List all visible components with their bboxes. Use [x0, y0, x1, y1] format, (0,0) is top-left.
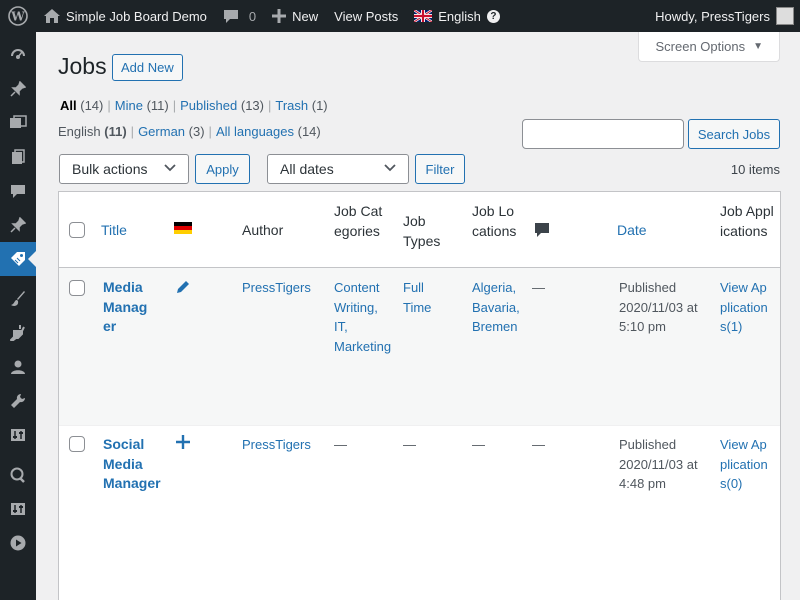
main-content: Screen Options ▼ Jobs Add New All (14) | M…: [36, 32, 800, 600]
pin-icon[interactable]: [0, 208, 36, 242]
row-types[interactable]: Full Time: [403, 278, 443, 317]
view-posts-link[interactable]: View Posts: [326, 0, 406, 32]
uk-flag-icon: [414, 10, 433, 22]
row-date: Published 2020/11/03 at 4:48 pm: [619, 435, 709, 494]
screen-options-label: Screen Options: [655, 39, 746, 54]
lang-filter-german[interactable]: German: [138, 124, 185, 139]
avatar[interactable]: [776, 7, 794, 25]
column-title[interactable]: Title: [101, 220, 127, 240]
row-date: Published 2020/11/03 at 5:10 pm: [619, 278, 709, 337]
row-date-value: 2020/11/03 at 4:48 pm: [619, 456, 698, 492]
filter-all[interactable]: All (14): [60, 98, 103, 113]
settings-sliders-2-icon[interactable]: [0, 492, 36, 526]
column-types: Job Types: [403, 213, 441, 249]
language-label: English: [438, 8, 481, 24]
appearance-brush-icon[interactable]: [0, 282, 36, 316]
comments-menu-icon[interactable]: [0, 174, 36, 208]
add-translation-plus-icon[interactable]: [176, 435, 190, 455]
my-account[interactable]: Howdy, PressTigers: [647, 0, 800, 32]
column-author: Author: [242, 222, 284, 238]
site-name-link[interactable]: Simple Job Board Demo: [36, 0, 215, 32]
new-content-link[interactable]: New: [264, 0, 326, 32]
column-applications: Job Applications: [720, 203, 774, 239]
jobs-tag-icon[interactable]: [0, 242, 36, 276]
svg-text:W: W: [10, 10, 25, 24]
plus-icon: [272, 9, 287, 23]
row-locations[interactable]: Algeria, Bavaria, Bremen: [472, 278, 522, 337]
row-checkbox[interactable]: [69, 280, 85, 296]
comments-count: 0: [248, 8, 257, 24]
screen-options-button[interactable]: Screen Options ▼: [638, 32, 780, 62]
dates-value: All dates: [280, 161, 334, 177]
new-label: New: [292, 8, 319, 24]
items-count: 10 items: [730, 162, 780, 177]
comments-link[interactable]: 0: [215, 0, 264, 32]
row-categories: —: [334, 437, 347, 452]
users-icon[interactable]: [0, 350, 36, 384]
language-switcher[interactable]: English ?: [406, 0, 508, 32]
chevron-down-icon: [384, 163, 396, 175]
pages-icon[interactable]: [0, 140, 36, 174]
admin-menu: [0, 32, 36, 600]
job-title-link[interactable]: Social Media Manager: [103, 435, 161, 494]
row-author-link[interactable]: PressTigers: [242, 278, 311, 298]
filter-trash[interactable]: Trash: [275, 98, 308, 113]
column-categories: Job Categories: [334, 203, 383, 239]
select-all-checkbox[interactable]: [69, 222, 85, 238]
site-name: Simple Job Board Demo: [66, 8, 207, 24]
home-icon: [44, 9, 60, 23]
status-filters: All (14) | Mine (11) | Published (13) | Trash …: [60, 98, 328, 113]
lang-filter-all[interactable]: All languages: [216, 124, 294, 139]
row-types: —: [403, 437, 416, 452]
view-posts-label: View Posts: [334, 8, 399, 24]
dates-select[interactable]: All dates: [267, 154, 409, 184]
row-comments: —: [532, 437, 545, 452]
filter-mine[interactable]: Mine: [115, 98, 143, 113]
collapse-play-icon[interactable]: [0, 526, 36, 560]
row-status: Published: [619, 280, 677, 295]
view-applications-link[interactable]: View Applications(1): [720, 278, 772, 337]
translation-icon[interactable]: [0, 458, 36, 492]
help-icon[interactable]: ?: [486, 9, 500, 23]
admin-bar: W Simple Job Board Demo 0 New View Posts…: [0, 0, 800, 32]
plugins-icon[interactable]: [0, 316, 36, 350]
greeting: Howdy, PressTigers: [655, 8, 770, 24]
column-locations: Job Locations: [472, 203, 517, 239]
lang-filter-english[interactable]: English (11): [58, 124, 127, 139]
filter-published[interactable]: Published: [180, 98, 237, 113]
page-title: Jobs: [58, 53, 107, 79]
chevron-down-icon: [164, 163, 176, 175]
comment-icon: [223, 8, 239, 24]
apply-button[interactable]: Apply: [195, 154, 250, 184]
jobs-table: Title Author Job Categories Job Types Jo…: [58, 191, 781, 600]
add-new-button[interactable]: Add New: [112, 54, 183, 81]
caret-down-icon: ▼: [753, 41, 763, 52]
bulk-actions-select[interactable]: Bulk actions: [59, 154, 189, 184]
dashboard-icon[interactable]: [0, 38, 36, 72]
search-jobs-button[interactable]: Search Jobs: [688, 119, 780, 149]
row-status: Published: [619, 437, 677, 452]
wordpress-logo-icon[interactable]: W: [0, 0, 36, 32]
german-flag-icon: [174, 222, 192, 234]
row-date-value: 2020/11/03 at 5:10 pm: [619, 299, 698, 335]
posts-pin-icon[interactable]: [0, 72, 36, 106]
view-applications-link[interactable]: View Applications(0): [720, 435, 772, 494]
row-categories[interactable]: Content Writing, IT, Marketing: [334, 278, 391, 356]
row-author-link[interactable]: PressTigers: [242, 435, 311, 455]
filter-button[interactable]: Filter: [415, 154, 465, 184]
media-icon[interactable]: [0, 106, 36, 140]
comment-column-icon: [535, 223, 549, 244]
row-comments: —: [532, 280, 545, 295]
edit-pencil-icon[interactable]: [176, 280, 190, 300]
search-input[interactable]: [522, 119, 684, 149]
row-checkbox[interactable]: [69, 436, 85, 452]
row-locations: —: [472, 437, 485, 452]
settings-sliders-icon[interactable]: [0, 418, 36, 452]
language-filters: English (11) | German (3) | All languages (1…: [58, 124, 321, 139]
tools-wrench-icon[interactable]: [0, 384, 36, 418]
job-title-link[interactable]: Media Manager: [103, 278, 153, 337]
bulk-actions-value: Bulk actions: [72, 161, 148, 177]
column-date[interactable]: Date: [617, 220, 647, 240]
